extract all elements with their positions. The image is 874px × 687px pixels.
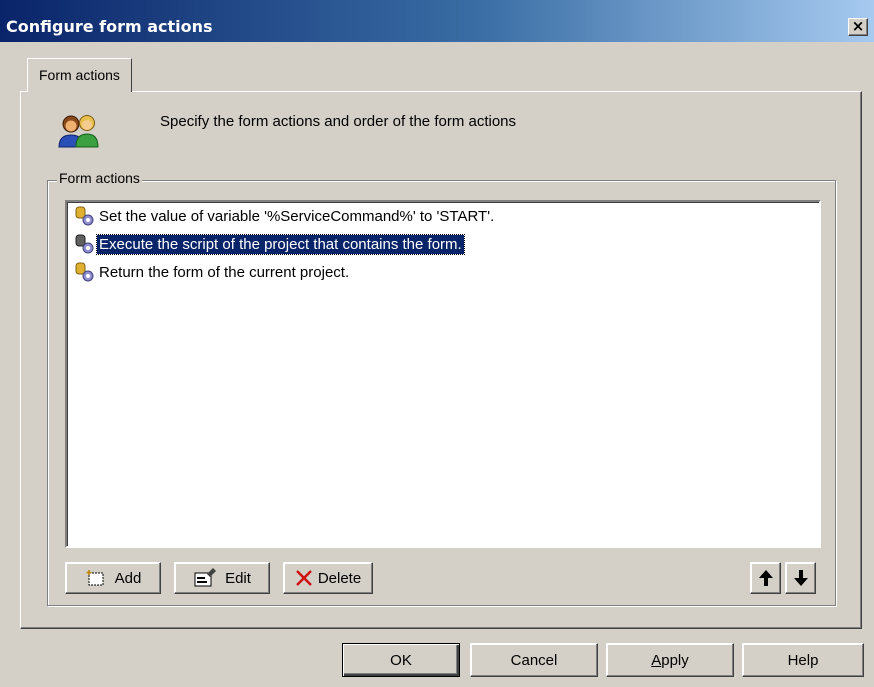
close-button[interactable]: × <box>848 18 868 36</box>
header-description: Specify the form actions and order of th… <box>160 113 517 130</box>
edit-icon <box>194 568 217 587</box>
move-up-button[interactable] <box>750 562 781 594</box>
list-item-text: Set the value of variable '%ServiceComma… <box>99 207 495 225</box>
add-icon <box>86 570 104 586</box>
cancel-button-label: Cancel <box>510 651 558 669</box>
list-item[interactable]: Return the form of the current project. <box>73 260 351 284</box>
move-down-button[interactable] <box>785 562 816 594</box>
form-gear-icon <box>75 262 94 282</box>
script-gear-icon <box>75 234 94 254</box>
edit-button[interactable]: Edit <box>174 562 270 594</box>
ok-button-label: OK <box>390 651 412 669</box>
arrow-up-icon <box>758 570 773 586</box>
list-item-text: Execute the script of the project that c… <box>96 233 465 255</box>
apply-button[interactable]: Apply <box>606 643 734 677</box>
list-item[interactable]: Execute the script of the project that c… <box>73 232 465 256</box>
add-button[interactable]: Add <box>65 562 161 594</box>
users-icon <box>58 115 99 148</box>
window-title: Configure form actions <box>6 17 213 36</box>
form-actions-group-label: Form actions <box>57 169 142 187</box>
title-bar: Configure form actions × <box>0 0 874 42</box>
close-icon: × <box>851 17 865 35</box>
delete-button[interactable]: Delete <box>283 562 373 594</box>
ok-button[interactable]: OK <box>342 643 460 677</box>
arrow-down-icon <box>793 570 808 586</box>
cancel-button[interactable]: Cancel <box>470 643 598 677</box>
list-item-text: Return the form of the current project. <box>99 263 350 281</box>
edit-button-label: Edit <box>225 569 251 587</box>
delete-button-label: Delete <box>317 569 362 587</box>
help-button-label: Help <box>787 651 819 669</box>
tab-form-actions[interactable]: Form actions <box>27 58 132 92</box>
add-button-label: Add <box>114 569 142 587</box>
help-button[interactable]: Help <box>742 643 864 677</box>
list-item[interactable]: Set the value of variable '%ServiceComma… <box>73 204 496 228</box>
variable-gear-icon <box>75 206 94 226</box>
delete-icon <box>295 570 312 586</box>
apply-button-label: Apply <box>651 651 689 669</box>
form-actions-list[interactable]: Set the value of variable '%ServiceComma… <box>65 200 821 548</box>
